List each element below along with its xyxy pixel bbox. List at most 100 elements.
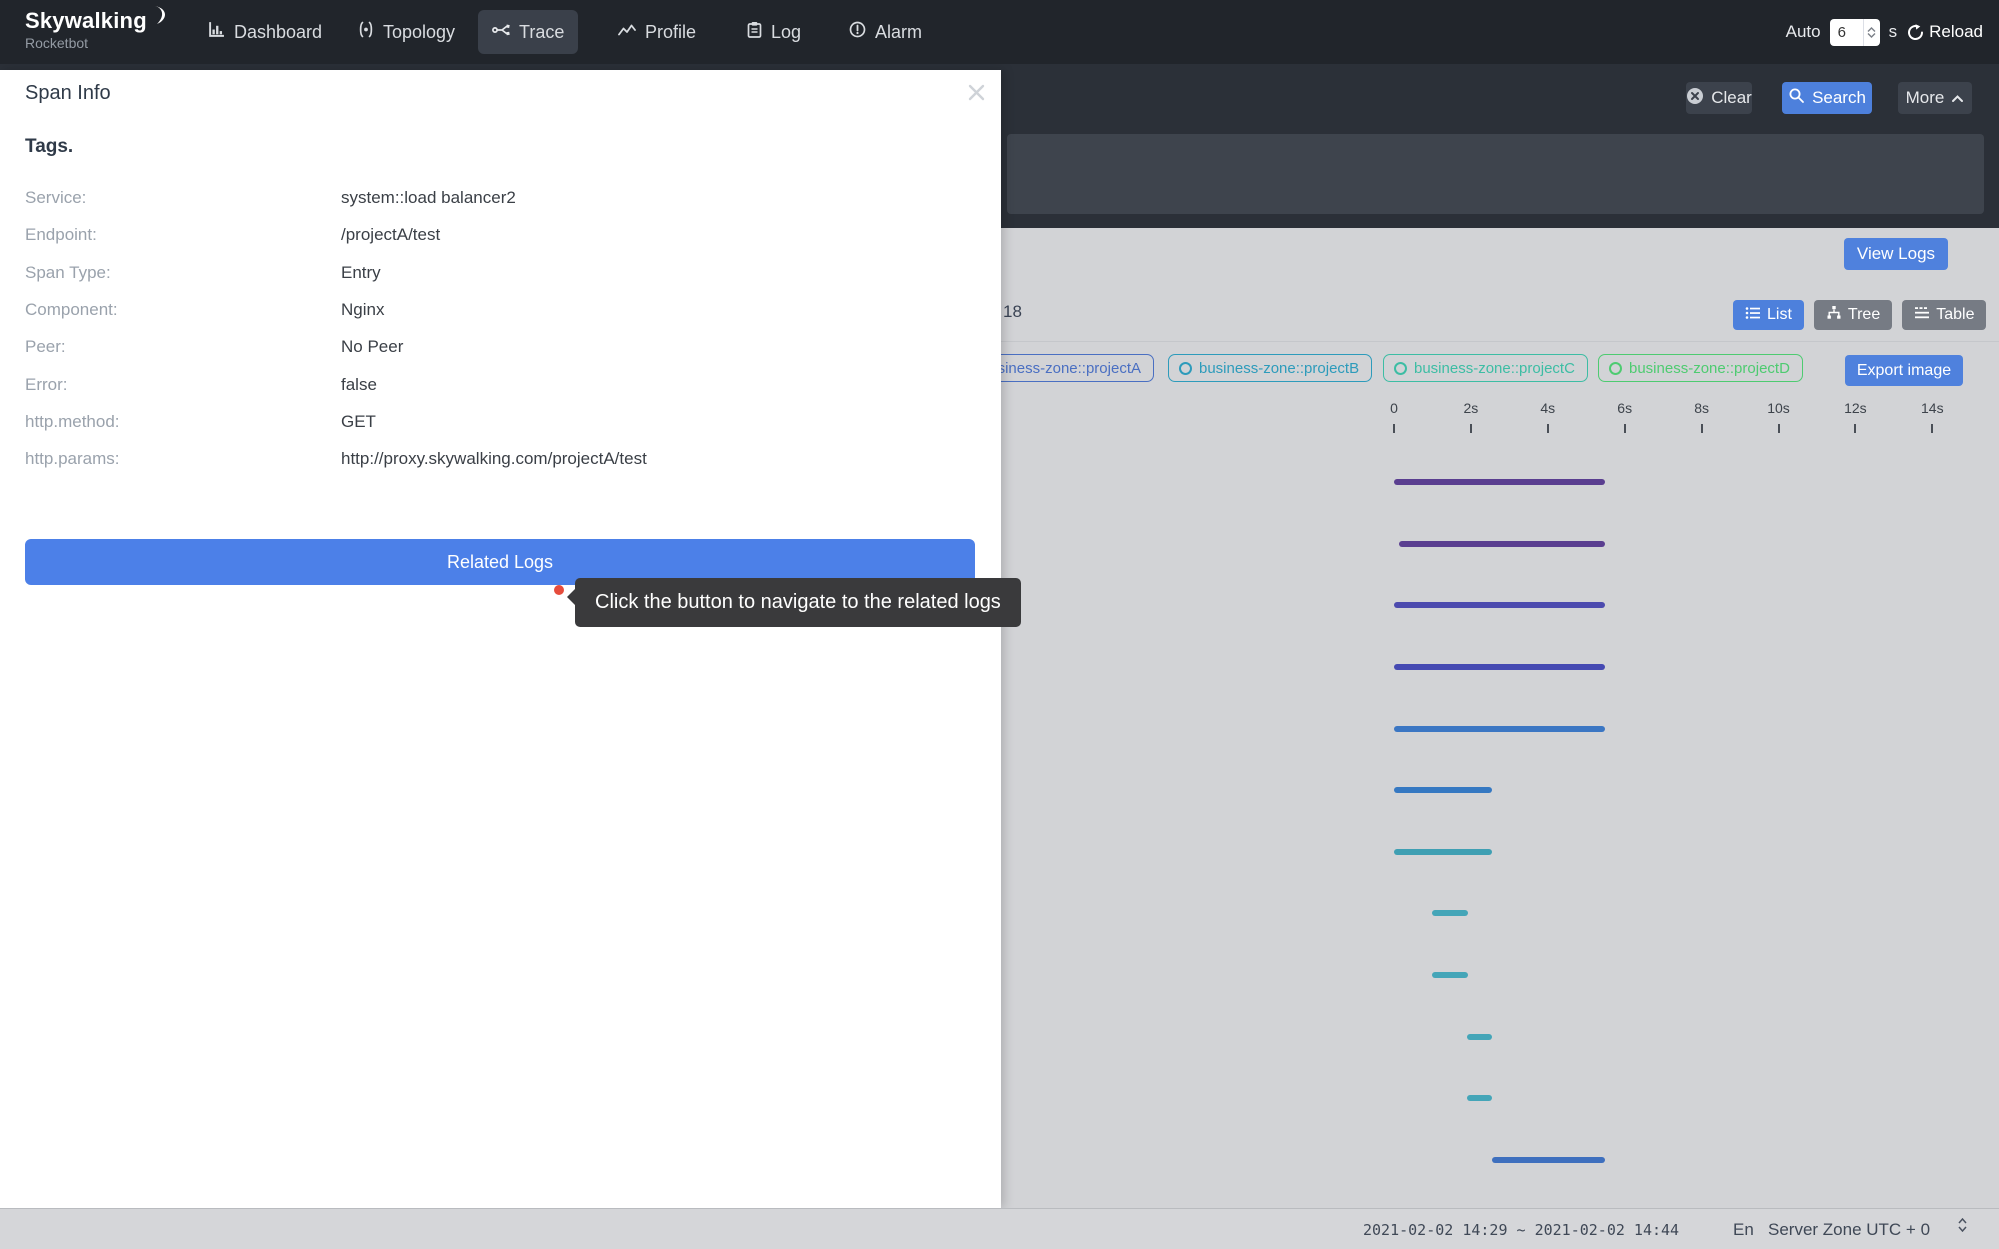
- axis-tick-label: 8s: [1694, 400, 1709, 416]
- guide-dot: [554, 585, 564, 595]
- field-label: Component:: [25, 300, 118, 320]
- tree-icon: [1826, 305, 1842, 325]
- field-value: system::load balancer2: [341, 188, 516, 208]
- view-mode-table-button[interactable]: Table: [1902, 300, 1986, 330]
- field-value: /projectA/test: [341, 225, 440, 245]
- field-label: http.params:: [25, 449, 120, 469]
- time-range-picker[interactable]: 2021-02-02 14:29 ~ 2021-02-02 14:44: [1363, 1209, 1679, 1249]
- chevron-up-icon: [1951, 88, 1964, 108]
- brand-title: Skywalking: [25, 8, 147, 34]
- field-label: Span Type:: [25, 263, 111, 283]
- nav-item-alarm[interactable]: Alarm: [835, 10, 936, 54]
- span-field-row: Endpoint:/projectA/test: [25, 225, 955, 249]
- service-chip[interactable]: business-zone::projectD: [1598, 354, 1803, 382]
- axis-tick-mark: [1470, 424, 1472, 433]
- axis-tick-mark: [1778, 424, 1780, 433]
- nav-item-trace[interactable]: Trace: [478, 10, 578, 54]
- ring-icon: [1179, 362, 1192, 375]
- span-field-row: Error:false: [25, 375, 955, 399]
- tooltip-text: Click the button to navigate to the rela…: [595, 591, 1001, 613]
- auto-unit-label: s: [1889, 22, 1898, 42]
- number-stepper[interactable]: [1863, 19, 1880, 46]
- server-zone-selector[interactable]: Server Zone UTC + 0: [1768, 1209, 1930, 1249]
- trace-span-bar[interactable]: [1432, 910, 1468, 916]
- brand-subtitle: Rocketbot: [25, 35, 167, 51]
- auto-interval-input[interactable]: [1830, 19, 1880, 46]
- trace-span-bar[interactable]: [1492, 1157, 1605, 1163]
- view-mode-tree-button[interactable]: Tree: [1814, 300, 1892, 330]
- span-field-row: http.params: http://proxy.skywalking.com/…: [25, 449, 955, 473]
- export-image-button[interactable]: Export image: [1845, 355, 1963, 386]
- caret-up-icon: [1958, 1218, 1967, 1224]
- table-icon: [1914, 306, 1930, 325]
- trace-span-bar[interactable]: [1467, 1034, 1492, 1040]
- field-label: Error:: [25, 375, 68, 395]
- guide-tooltip: Click the button to navigate to the rela…: [575, 578, 1021, 627]
- trace-id-fragment: 18: [1003, 302, 1022, 322]
- close-icon[interactable]: [962, 78, 990, 106]
- alarm-icon: [849, 21, 866, 43]
- span-field-row: Service:system::load balancer2: [25, 188, 955, 212]
- span-field-row: http.method:GET: [25, 412, 955, 436]
- trace-span-bar[interactable]: [1467, 1095, 1492, 1101]
- nav-item-topology[interactable]: Topology: [344, 10, 469, 54]
- axis-tick-label: 0: [1390, 400, 1398, 416]
- axis-tick-label: 12s: [1844, 400, 1867, 416]
- trace-span-bar[interactable]: [1394, 849, 1492, 855]
- trace-span-bar[interactable]: [1394, 479, 1605, 485]
- tooltip-arrow: [567, 589, 575, 605]
- top-nav: Skywalking Rocketbot DashboardTopologyTr…: [0, 0, 1999, 64]
- nav-item-log[interactable]: Log: [733, 10, 815, 54]
- tags-section-title: Tags.: [25, 136, 73, 158]
- trace-span-bar[interactable]: [1394, 664, 1605, 670]
- skywalking-swoosh-icon: [149, 6, 167, 26]
- clear-icon: [1686, 87, 1704, 110]
- auto-interval-value[interactable]: [1830, 24, 1862, 41]
- view-mode-list-button[interactable]: List: [1733, 300, 1804, 330]
- axis-tick-mark: [1624, 424, 1626, 433]
- span-info-modal: Span Info Tags. Service:system::load bal…: [0, 70, 1001, 1208]
- axis-tick-mark: [1854, 424, 1856, 433]
- profile-icon: [618, 22, 636, 43]
- span-field-row: Span Type: Entry: [25, 263, 955, 287]
- more-label: More: [1906, 88, 1945, 108]
- trace-span-bar[interactable]: [1394, 787, 1492, 793]
- axis-tick-mark: [1547, 424, 1549, 433]
- footer-bar: 2021-02-02 14:29 ~ 2021-02-02 14:44 En S…: [0, 1208, 1999, 1249]
- field-value: http://proxy.skywalking.com/projectA/tes…: [341, 449, 647, 469]
- caret-down-icon: [1867, 33, 1876, 38]
- trace-span-bar[interactable]: [1432, 972, 1468, 978]
- trace-span-bar[interactable]: [1394, 726, 1605, 732]
- clear-label: Clear: [1711, 88, 1752, 108]
- reload-icon: [1906, 23, 1925, 42]
- service-chip[interactable]: business-zone::projectB: [1168, 354, 1372, 382]
- view-logs-button[interactable]: View Logs: [1844, 238, 1948, 270]
- section-divider: [1001, 341, 1999, 342]
- reload-button[interactable]: Reload: [1906, 22, 1983, 42]
- search-condition-box[interactable]: [1007, 134, 1984, 214]
- trace-span-bar[interactable]: [1394, 602, 1605, 608]
- field-value: Entry: [341, 263, 381, 283]
- nav-item-profile[interactable]: Profile: [604, 10, 710, 54]
- brand-logo[interactable]: Skywalking Rocketbot: [25, 8, 167, 51]
- search-button[interactable]: Search: [1782, 82, 1872, 114]
- more-button[interactable]: More: [1898, 82, 1972, 114]
- zone-stepper[interactable]: [1958, 1218, 1967, 1232]
- trace-span-bar[interactable]: [1399, 541, 1605, 547]
- span-field-row: Component:Nginx: [25, 300, 955, 324]
- modal-title: Span Info: [25, 82, 111, 105]
- axis-tick-mark: [1393, 424, 1395, 433]
- axis-tick-label: 10s: [1767, 400, 1790, 416]
- field-value: GET: [341, 412, 376, 432]
- axis-tick-label: 2s: [1463, 400, 1478, 416]
- axis-tick-label: 4s: [1540, 400, 1555, 416]
- nav-item-dashboard[interactable]: Dashboard: [194, 10, 336, 54]
- ring-icon: [1394, 362, 1407, 375]
- trace-icon: [492, 22, 510, 43]
- auto-label: Auto: [1786, 22, 1821, 42]
- caret-down-icon: [1958, 1226, 1967, 1232]
- language-selector[interactable]: En: [1733, 1209, 1754, 1249]
- clear-button[interactable]: Clear: [1686, 82, 1752, 114]
- axis-tick-label: 6s: [1617, 400, 1632, 416]
- service-chip[interactable]: business-zone::projectC: [1383, 354, 1588, 382]
